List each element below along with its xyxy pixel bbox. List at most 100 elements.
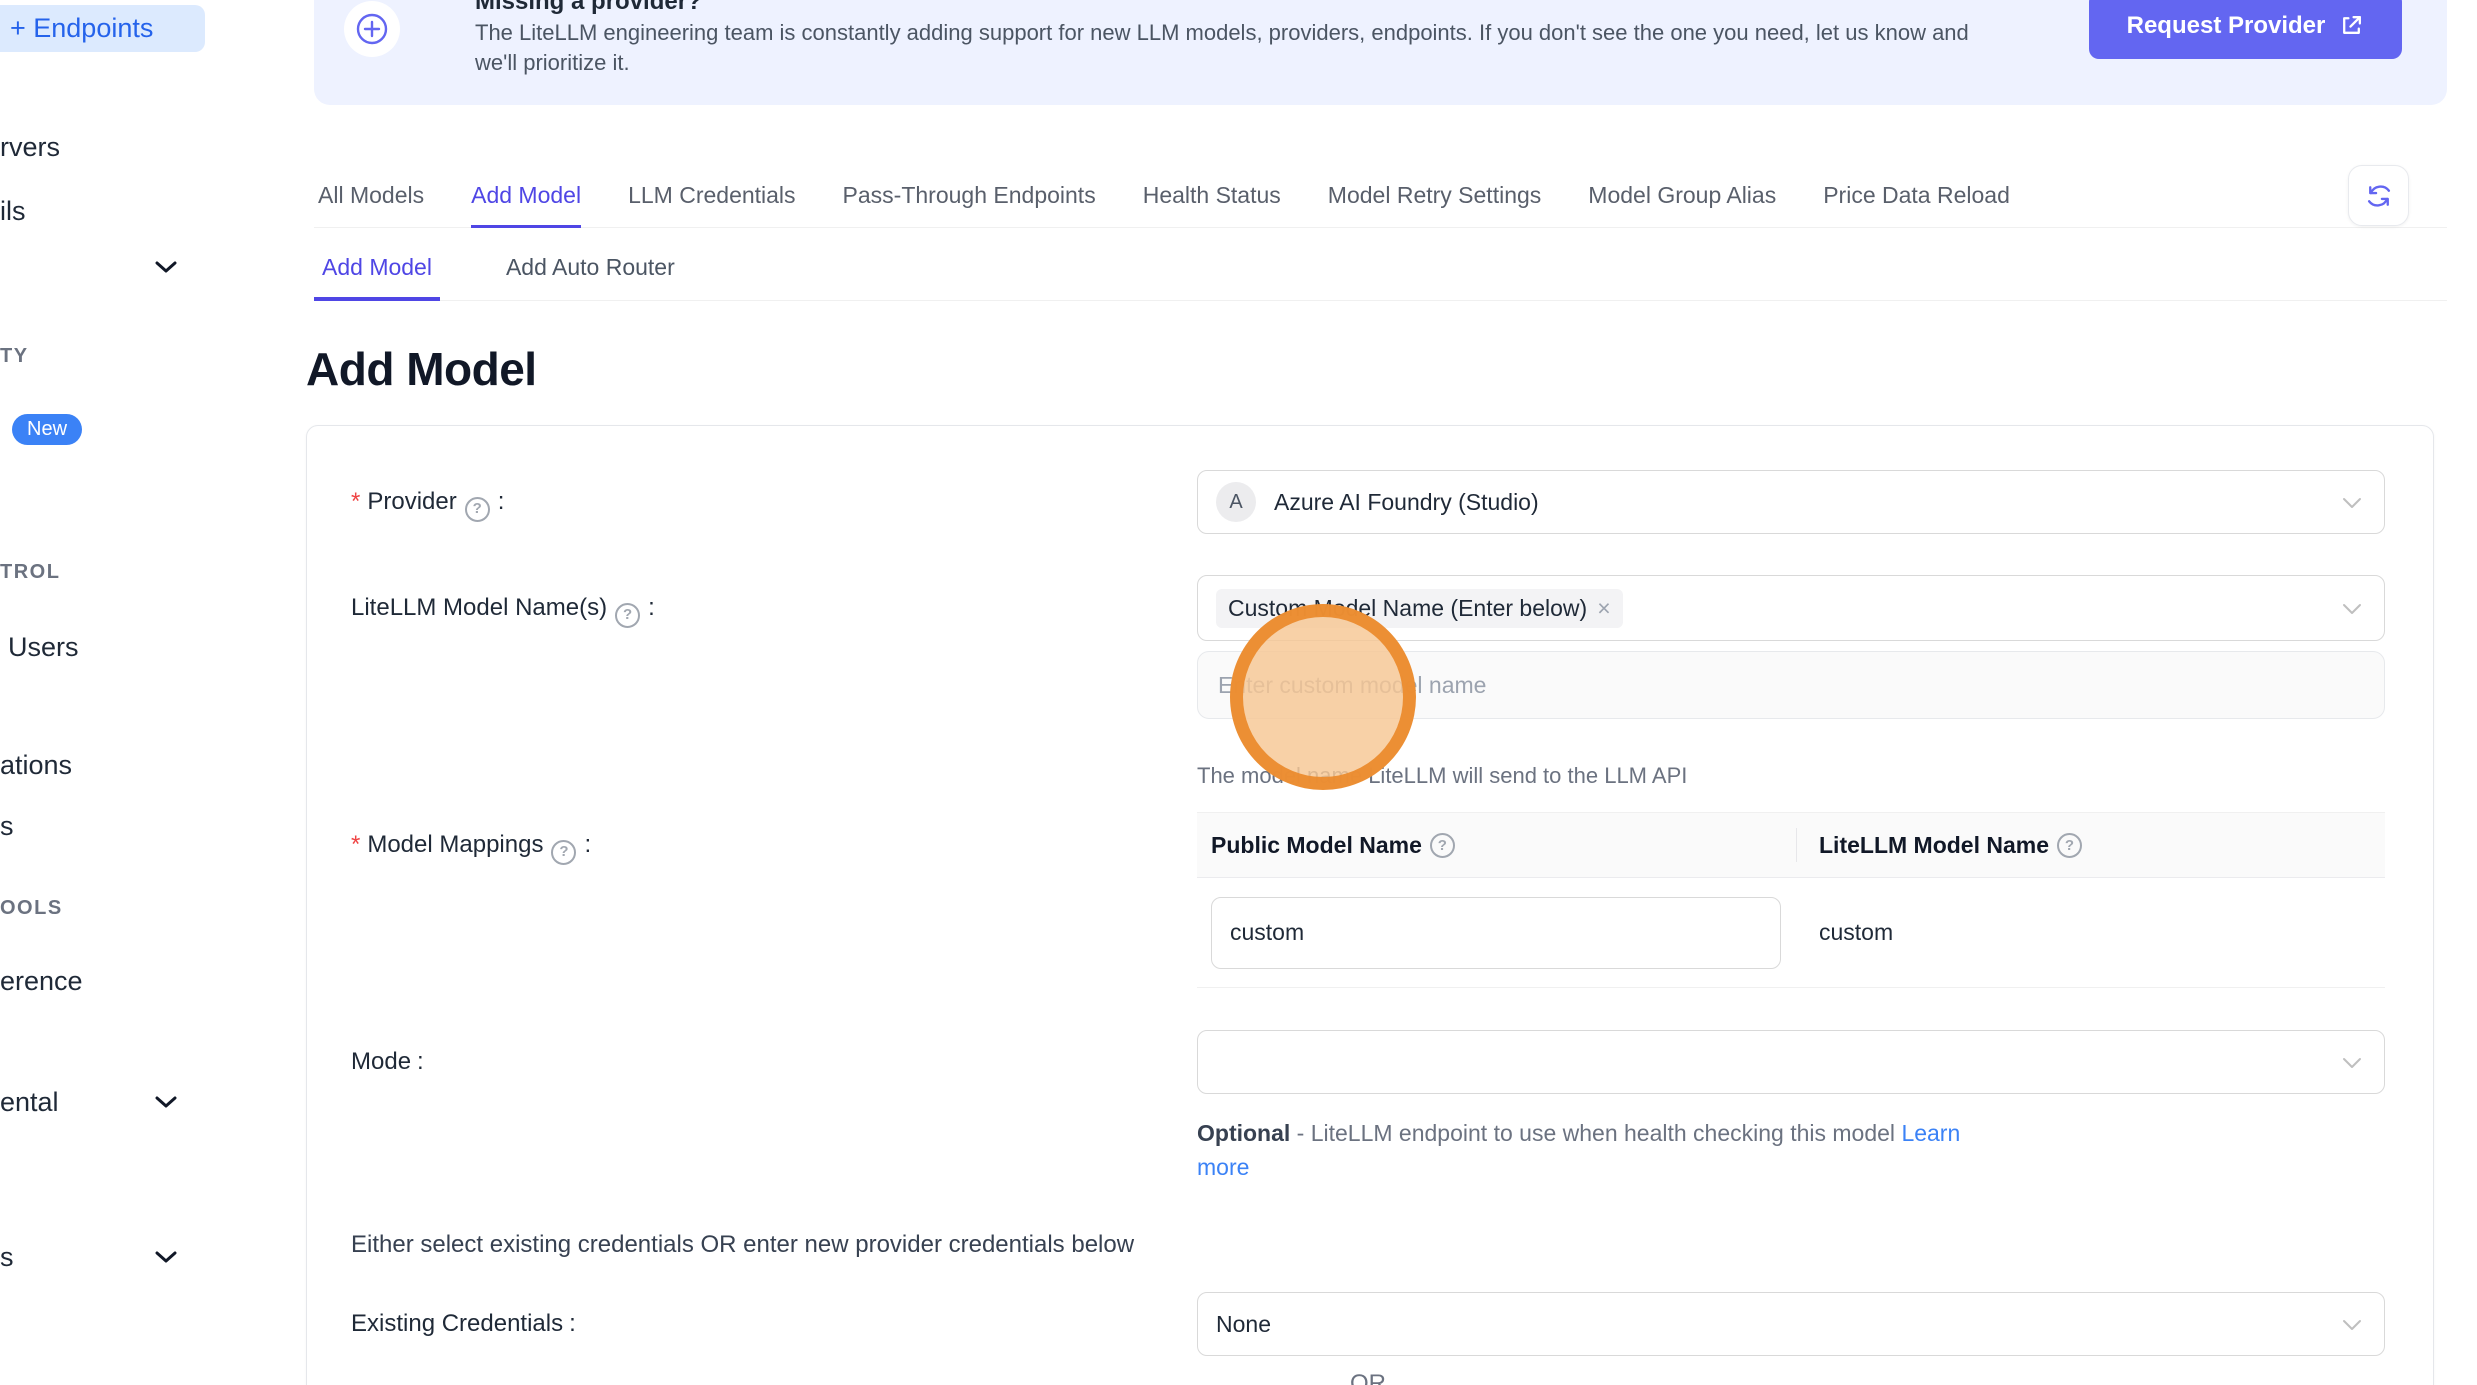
request-provider-label: Request Provider [2127, 12, 2326, 40]
existing-credentials-row: Existing Credentials: None [351, 1292, 2385, 1356]
sidebar-section-access-control: TROL [0, 561, 60, 584]
model-name-tag: Custom Model Name (Enter below) × [1216, 589, 1623, 628]
mode-select[interactable] [1197, 1030, 2385, 1094]
tab-llm-credentials[interactable]: LLM Credentials [628, 165, 795, 228]
model-mappings-table: Public Model Name? LiteLLM Model Name? c… [1197, 812, 2385, 988]
subtab-add-model[interactable]: Add Model [314, 238, 440, 301]
model-names-row: LiteLLM Model Name(s)?: Custom Model Nam… [351, 575, 2385, 789]
litellm-model-name-cell: custom [1797, 919, 2385, 946]
model-mappings-label: * Model Mappings?: [351, 812, 1197, 988]
tab-add-model[interactable]: Add Model [471, 165, 581, 228]
refresh-icon [2365, 182, 2393, 210]
sidebar-item-label: + Endpoints [10, 13, 153, 44]
banner-body: The LiteLLM engineering team is constant… [475, 18, 2075, 78]
tab-model-group-alias[interactable]: Model Group Alias [1588, 165, 1776, 228]
missing-provider-banner: Missing a provider? The LiteLLM engineer… [314, 0, 2447, 105]
help-icon[interactable]: ? [551, 840, 576, 865]
colon: : [498, 488, 505, 515]
chevron-down-icon[interactable] [155, 261, 177, 274]
chevron-down-icon [2342, 497, 2362, 509]
sidebar-item-budgets[interactable]: s [0, 811, 14, 842]
chevron-down-icon [2342, 603, 2362, 615]
model-name-tag-label: Custom Model Name (Enter below) [1228, 595, 1587, 622]
custom-model-name-input[interactable] [1218, 672, 2364, 699]
mode-row: Mode: Optional - LiteLLM endpoint to use… [351, 1030, 2385, 1184]
help-icon[interactable]: ? [1430, 833, 1455, 858]
public-model-name-header: Public Model Name? [1197, 828, 1797, 862]
existing-credentials-label-text: Existing Credentials [351, 1310, 563, 1337]
plus-circle-icon [344, 1, 400, 57]
banner-title: Missing a provider? [475, 0, 702, 16]
colon: : [584, 831, 591, 858]
tab-health-status[interactable]: Health Status [1143, 165, 1281, 228]
litellm-model-name-value: custom [1819, 919, 1893, 945]
sidebar-item-api-reference[interactable]: erence [0, 966, 83, 997]
sidebar-item-settings[interactable]: s [0, 1242, 14, 1273]
subtab-add-auto-router[interactable]: Add Auto Router [498, 238, 683, 301]
tab-model-retry-settings[interactable]: Model Retry Settings [1328, 165, 1541, 228]
refresh-button[interactable] [2348, 165, 2409, 226]
provider-select[interactable]: A Azure AI Foundry (Studio) [1197, 470, 2385, 534]
mode-helper-bold: Optional [1197, 1120, 1290, 1146]
litellm-model-name-header-text: LiteLLM Model Name [1819, 832, 2049, 859]
chevron-down-icon [2342, 1057, 2362, 1069]
tab-pass-through-endpoints[interactable]: Pass-Through Endpoints [843, 165, 1096, 228]
sidebar-item-experimental[interactable]: ental [0, 1087, 59, 1118]
mappings-table-row: custom [1197, 878, 2385, 988]
mappings-table-header: Public Model Name? LiteLLM Model Name? [1197, 812, 2385, 878]
add-model-form-card: *Provider?: A Azure AI Foundry (Studio) … [306, 425, 2434, 1385]
sidebar-section-tools: OOLS [0, 897, 63, 920]
credentials-note: Either select existing credentials OR en… [351, 1231, 2385, 1261]
mode-label-text: Mode [351, 1048, 411, 1075]
litellm-admin-page: + Endpoints rvers ils TY New TROL Users … [0, 0, 2477, 1385]
colon: : [569, 1310, 576, 1337]
tab-all-models[interactable]: All Models [318, 165, 424, 228]
colon: : [417, 1048, 424, 1075]
model-mappings-row: * Model Mappings?: Public Model Name? Lit… [351, 812, 2385, 988]
new-badge: New [12, 414, 82, 445]
request-provider-button[interactable]: Request Provider [2089, 0, 2402, 59]
external-link-icon [2339, 13, 2364, 38]
litellm-model-name-header: LiteLLM Model Name? [1797, 828, 2385, 862]
public-model-name-cell [1197, 897, 1797, 969]
model-names-multiselect[interactable]: Custom Model Name (Enter below) × [1197, 575, 2385, 641]
mode-helper-text: Optional - LiteLLM endpoint to use when … [1197, 1116, 2012, 1184]
mode-helper-rest: - LiteLLM endpoint to use when health ch… [1290, 1120, 1901, 1146]
sidebar-section-observability: TY [0, 345, 29, 368]
existing-credentials-label: Existing Credentials: [351, 1292, 1197, 1356]
public-model-name-header-text: Public Model Name [1211, 832, 1422, 859]
sidebar: + Endpoints rvers ils TY New TROL Users … [0, 0, 215, 1385]
custom-model-helper-text: The model name LiteLLM will send to the … [1197, 763, 2385, 789]
required-marker: * [351, 831, 360, 858]
or-divider: OR [351, 1370, 2385, 1385]
sidebar-item-organizations[interactable]: ations [0, 750, 72, 781]
sidebar-item-guardrails[interactable]: ils [0, 196, 26, 227]
tab-price-data-reload[interactable]: Price Data Reload [1823, 165, 2010, 228]
provider-row: * Provider?: A Azure AI Foundry (Studio) [351, 470, 2385, 534]
banner-body-line2: we'll prioritize it. [475, 48, 2075, 78]
remove-tag-icon[interactable]: × [1597, 595, 1610, 622]
provider-label: * Provider?: [351, 470, 1197, 534]
model-names-label-text: LiteLLM Model Name(s) [351, 594, 607, 621]
help-icon[interactable]: ? [2057, 833, 2082, 858]
sidebar-item-mcp-servers[interactable]: rvers [0, 132, 60, 163]
chevron-down-icon[interactable] [155, 1096, 177, 1109]
existing-credentials-value: None [1216, 1311, 1271, 1338]
page-title: Add Model [306, 342, 537, 396]
add-model-subtab-bar: Add Model Add Auto Router [314, 238, 2447, 301]
existing-credentials-select[interactable]: None [1197, 1292, 2385, 1356]
required-marker: * [351, 488, 360, 515]
chevron-down-icon[interactable] [155, 1251, 177, 1264]
sidebar-item-internal-users[interactable]: Users [8, 632, 79, 663]
public-model-name-input[interactable] [1211, 897, 1781, 969]
help-icon[interactable]: ? [465, 497, 490, 522]
provider-avatar: A [1216, 482, 1256, 522]
help-icon[interactable]: ? [615, 603, 640, 628]
chevron-down-icon [2342, 1319, 2362, 1331]
custom-model-name-field[interactable] [1197, 651, 2385, 719]
model-mappings-label-text: Model Mappings [367, 831, 543, 858]
model-names-label: LiteLLM Model Name(s)?: [351, 575, 1197, 789]
models-tab-bar: All Models Add Model LLM Credentials Pas… [314, 165, 2447, 228]
provider-label-text: Provider [367, 488, 456, 515]
sidebar-item-models-endpoints[interactable]: + Endpoints [0, 5, 205, 52]
